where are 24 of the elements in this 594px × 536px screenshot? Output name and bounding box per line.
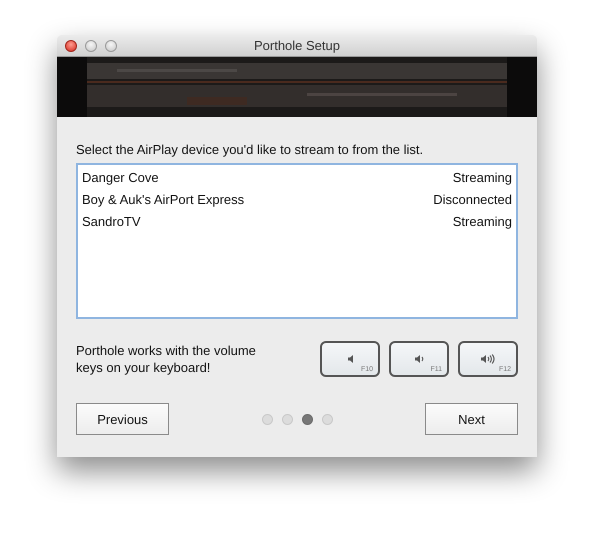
device-status: Streaming bbox=[452, 213, 512, 231]
instruction-text: Select the AirPlay device you'd like to stream to from the list. bbox=[76, 142, 424, 157]
previous-button[interactable]: Previous bbox=[76, 403, 169, 435]
device-name: Boy & Auk's AirPort Express bbox=[82, 191, 244, 209]
close-button[interactable] bbox=[65, 40, 77, 52]
device-name: Danger Cove bbox=[82, 169, 159, 187]
device-row[interactable]: Danger Cove Streaming bbox=[82, 167, 512, 189]
device-row[interactable]: Boy & Auk's AirPort Express Disconnected bbox=[82, 189, 512, 211]
volume-note: Porthole works with the volume keys on your keyboard! bbox=[76, 342, 257, 376]
speaker-icon bbox=[480, 354, 496, 364]
device-row[interactable]: SandroTV Streaming bbox=[82, 211, 512, 233]
next-button[interactable]: Next bbox=[425, 403, 518, 435]
device-status: Disconnected bbox=[433, 191, 512, 209]
zoom-button[interactable] bbox=[105, 40, 117, 52]
page-dot[interactable] bbox=[302, 414, 312, 424]
speaker-icon bbox=[414, 354, 424, 364]
device-name: SandroTV bbox=[82, 213, 141, 231]
page-dot[interactable] bbox=[262, 414, 272, 424]
page-dot[interactable] bbox=[282, 414, 292, 424]
device-status: Streaming bbox=[452, 169, 512, 187]
page-dot[interactable] bbox=[322, 414, 332, 424]
window-title: Porthole Setup bbox=[254, 38, 340, 53]
speaker-icon bbox=[346, 354, 354, 364]
minimize-button[interactable] bbox=[85, 40, 97, 52]
